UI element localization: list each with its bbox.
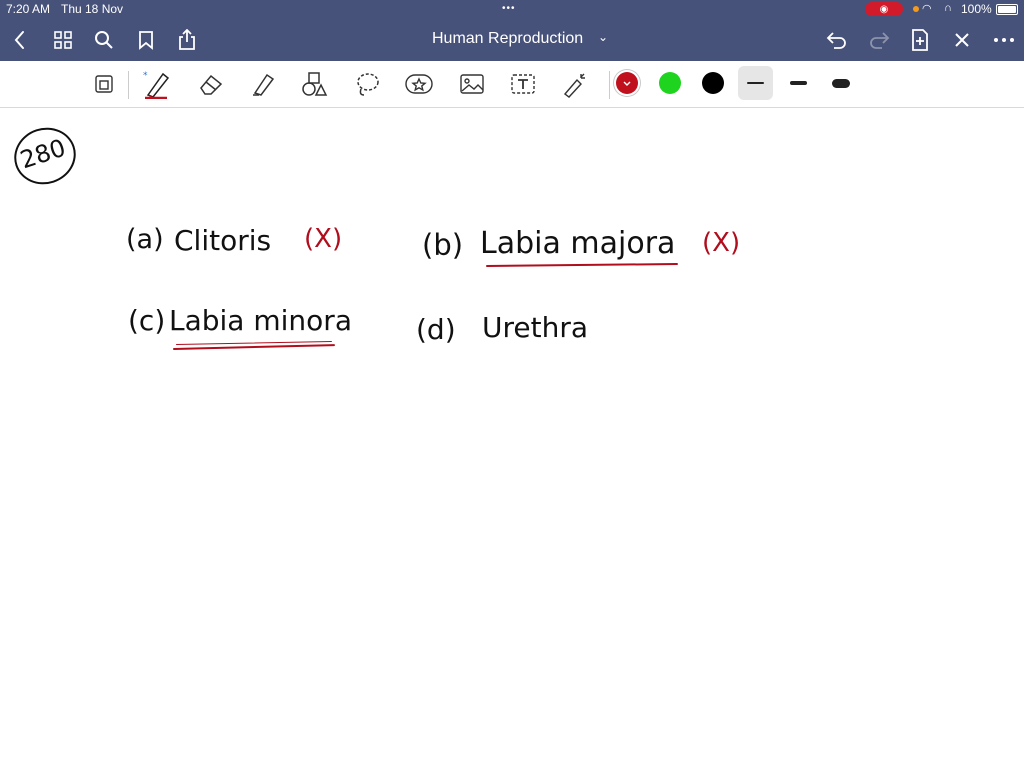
wifi-icon: ◠ — [922, 3, 932, 15]
redo-icon[interactable] — [867, 28, 891, 52]
grid-icon[interactable] — [51, 28, 75, 52]
stroke-width-thick[interactable] — [832, 79, 850, 88]
option-b-underline — [485, 262, 678, 267]
pages-icon[interactable] — [90, 69, 120, 99]
status-time: 7:20 AM — [6, 2, 51, 16]
shapes-icon[interactable] — [299, 69, 329, 99]
eraser-icon[interactable] — [196, 69, 226, 99]
bookmark-icon[interactable] — [134, 28, 158, 52]
color-red-swatch[interactable] — [616, 72, 638, 94]
option-c-underline — [172, 344, 335, 350]
svg-text:*: * — [143, 71, 148, 81]
top-bar: 7:20 AM Thu 18 Nov ••• ◉ ◠ ∩ 100% Human … — [0, 0, 1024, 61]
close-icon[interactable] — [950, 28, 974, 52]
mic-indicator-icon — [913, 6, 919, 12]
lasso-icon[interactable] — [353, 69, 383, 99]
nav-bar: Human Reproduction ⌄ — [0, 20, 1024, 60]
option-c-text: Labia minora — [169, 304, 352, 337]
highlighter-icon[interactable] — [248, 69, 278, 99]
option-d-text: Urethra — [482, 311, 589, 344]
laser-pointer-icon[interactable] — [560, 69, 590, 99]
sticker-icon[interactable] — [404, 69, 434, 99]
chevron-left-icon[interactable] — [8, 28, 32, 52]
option-a-label: (a) — [126, 224, 164, 255]
status-date: Thu 18 Nov — [61, 2, 124, 16]
add-page-icon[interactable] — [908, 28, 932, 52]
stroke-width-thin[interactable] — [738, 66, 773, 100]
option-a-text: Clitoris — [174, 224, 272, 257]
document-title[interactable]: Human Reproduction — [432, 30, 583, 48]
undo-icon[interactable] — [825, 28, 849, 52]
toolbar-divider — [609, 71, 610, 99]
option-d-label: (d) — [416, 313, 456, 346]
option-b-label: (b) — [422, 228, 464, 262]
option-a-cross-mark: (X) — [304, 224, 343, 254]
option-b-cross-mark: (X) — [702, 228, 741, 258]
note-canvas[interactable]: 280 (a) Clitoris (X) (b) Labia majora (X… — [0, 108, 1024, 768]
battery-icon — [996, 4, 1018, 15]
color-green-swatch[interactable] — [659, 72, 681, 94]
battery-percent: 100% — [961, 2, 992, 16]
chevron-down-icon[interactable]: ⌄ — [598, 30, 608, 44]
record-icon[interactable]: ◉ — [865, 2, 903, 16]
option-b-text: Labia majora — [480, 226, 676, 261]
color-black-swatch[interactable] — [702, 72, 724, 94]
multitask-dots[interactable]: ••• — [502, 3, 516, 14]
status-bar: 7:20 AM Thu 18 Nov ••• ◉ ◠ ∩ 100% — [0, 0, 1024, 18]
drawing-toolbar: * — [0, 61, 1024, 108]
search-icon[interactable] — [92, 28, 116, 52]
headphones-icon: ∩ — [944, 2, 952, 14]
stroke-width-medium[interactable] — [790, 81, 807, 85]
toolbar-divider — [128, 71, 129, 99]
option-c-label: (c) — [128, 304, 166, 337]
more-icon[interactable] — [992, 28, 1016, 52]
pen-icon[interactable]: * — [142, 69, 172, 99]
image-icon[interactable] — [457, 69, 487, 99]
share-icon[interactable] — [175, 28, 199, 52]
text-icon[interactable] — [508, 69, 538, 99]
